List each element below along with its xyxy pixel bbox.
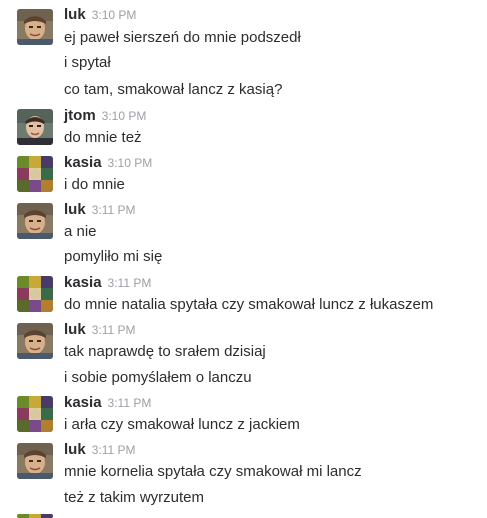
author-name[interactable]: kasia: [64, 154, 102, 171]
author-name[interactable]: jtom: [64, 107, 96, 124]
message-text: i arła czy smakował luncz z jackiem: [64, 416, 300, 433]
message-text: ej paweł sierszeń do mnie podszedł: [64, 29, 301, 46]
message-header: luk 3:11 PM: [64, 321, 136, 339]
message-header: jtom 3:10 PM: [64, 107, 146, 125]
chat-message-list[interactable]: luk 3:10 PM ej paweł sierszeń do mnie pod…: [0, 0, 487, 518]
avatar-kasia[interactable]: [17, 156, 53, 192]
message-text: i sobie pomyślałem o lanczu: [64, 369, 252, 386]
avatar-kasia[interactable]: [17, 276, 53, 312]
avatar-kasia[interactable]: [17, 514, 53, 518]
message-text: a nie: [64, 223, 97, 240]
author-name[interactable]: kasia: [64, 394, 102, 411]
avatar-luk[interactable]: [17, 323, 53, 359]
message-text: tak naprawdę to srałem dzisiaj: [64, 343, 266, 360]
message-text: pomyliło mi się: [64, 248, 163, 265]
author-name[interactable]: luk: [64, 201, 86, 218]
author-name[interactable]: luk: [64, 441, 86, 458]
message-text: i do mnie: [64, 176, 125, 193]
message-header: luk 3:11 PM: [64, 201, 136, 219]
message-header: luk 3:10 PM: [64, 6, 136, 24]
avatar-kasia[interactable]: [17, 396, 53, 432]
timestamp[interactable]: 3:11 PM: [108, 276, 152, 290]
message-text: i spytał: [64, 54, 111, 71]
timestamp[interactable]: 3:10 PM: [92, 8, 137, 22]
timestamp[interactable]: 3:10 PM: [108, 156, 153, 170]
message-header: luk 3:11 PM: [64, 441, 136, 459]
timestamp[interactable]: 3:11 PM: [92, 323, 136, 337]
timestamp[interactable]: 3:11 PM: [108, 396, 152, 410]
message-header: kasia 3:11 PM: [64, 394, 151, 412]
message-header: kasia 3:11 PM: [64, 274, 151, 292]
timestamp[interactable]: 3:11 PM: [92, 443, 136, 457]
avatar-luk[interactable]: [17, 9, 53, 45]
avatar-luk[interactable]: [17, 203, 53, 239]
message-text: też z takim wyrzutem: [64, 489, 205, 506]
message-text: mnie kornelia spytała czy smakował mi la…: [64, 463, 362, 480]
timestamp[interactable]: 3:11 PM: [92, 203, 136, 217]
message-text: co tam, smakował lancz z kasią?: [64, 81, 283, 98]
message-text: do mnie też: [64, 129, 142, 146]
message-text: do mnie natalia spytała czy smakował lun…: [64, 296, 434, 313]
timestamp[interactable]: 3:10 PM: [102, 109, 147, 123]
author-name[interactable]: luk: [64, 6, 86, 23]
message-header: kasia 3:10 PM: [64, 154, 152, 172]
author-name[interactable]: kasia: [64, 274, 102, 291]
avatar-luk[interactable]: [17, 443, 53, 479]
avatar-jtom[interactable]: [17, 109, 53, 145]
author-name[interactable]: luk: [64, 321, 86, 338]
